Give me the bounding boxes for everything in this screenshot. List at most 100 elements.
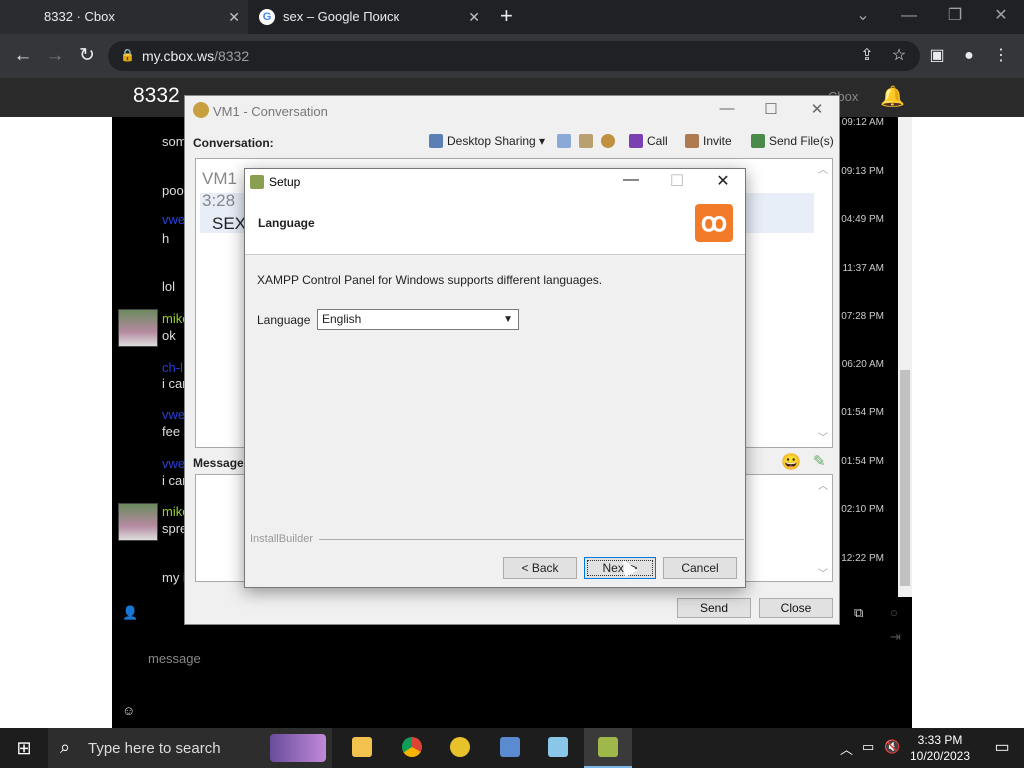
- windows-start-icon[interactable]: ⊞: [0, 728, 48, 768]
- scroll-up-icon[interactable]: ︿: [816, 477, 830, 492]
- network-icon: [500, 737, 520, 757]
- chevron-down-icon[interactable]: ⌄: [840, 0, 886, 32]
- desktop-sharing-button[interactable]: Desktop Sharing ▾: [429, 134, 545, 148]
- url-text: my.cbox.ws/8332: [142, 48, 250, 64]
- window-title: VM1 - Conversation: [213, 104, 328, 119]
- scroll-up-icon[interactable]: ︿: [816, 161, 830, 176]
- avatar[interactable]: [118, 503, 158, 541]
- volume-muted-icon[interactable]: 🔇: [884, 739, 900, 755]
- search-icon: ⌕: [60, 737, 71, 757]
- xampp-app-icon: [250, 175, 264, 189]
- edit-icon[interactable]: ✎: [813, 452, 826, 470]
- windows-taskbar: ⊞ ⌕ Type here to search ︿ ▭ 🔇 3:33 PM 10…: [0, 728, 1024, 768]
- login-icon[interactable]: ⇥: [890, 629, 901, 645]
- close-button[interactable]: Close: [759, 598, 833, 618]
- scroll-down-icon[interactable]: ﹀: [816, 565, 830, 580]
- network-status-icon[interactable]: ▭: [862, 739, 874, 755]
- desktop-sharing-icon: [429, 134, 443, 148]
- chat-time: 01:54 PM: [841, 456, 884, 467]
- message-input[interactable]: message: [148, 651, 201, 666]
- restore-icon[interactable]: ❐: [932, 0, 978, 32]
- close-icon[interactable]: ✕: [228, 0, 240, 34]
- scroll-down-icon[interactable]: ﹀: [816, 429, 830, 444]
- close-window-icon[interactable]: ✕: [978, 0, 1024, 32]
- clock-date: 10/20/2023: [909, 749, 971, 763]
- notes-icon: [557, 134, 571, 148]
- divider: [250, 539, 744, 540]
- back-arrow-icon[interactable]: ←: [8, 34, 38, 78]
- chat-message: lol: [162, 279, 176, 294]
- dialog-header: Language ꝏ: [245, 195, 745, 255]
- minimize-icon[interactable]: —: [886, 0, 932, 32]
- url-bar[interactable]: 🔒 my.cbox.ws/8332 ⇪ ☆: [108, 41, 920, 71]
- sidebar-icon[interactable]: ▣: [924, 34, 950, 78]
- kebab-menu-icon[interactable]: ⋮: [988, 34, 1014, 78]
- emoji-icon[interactable]: ☺: [122, 703, 135, 718]
- cancel-button[interactable]: Cancel: [663, 557, 737, 579]
- close-icon[interactable]: ✕: [795, 100, 839, 118]
- minimize-icon[interactable]: —: [611, 171, 651, 189]
- maximize-icon: ☐: [669, 173, 685, 190]
- chat-time: 04:49 PM: [841, 214, 884, 225]
- settings-button[interactable]: [601, 134, 619, 148]
- reload-icon[interactable]: ↻: [72, 34, 102, 78]
- close-icon[interactable]: ✕: [468, 0, 480, 34]
- close-icon[interactable]: ✕: [703, 171, 743, 191]
- minimize-icon[interactable]: —: [705, 100, 749, 117]
- chat-time: 11:37 AM: [842, 263, 884, 274]
- chevron-up-icon[interactable]: ︿: [840, 739, 853, 758]
- folder-icon: [352, 737, 372, 757]
- notepad-app[interactable]: [534, 728, 582, 768]
- notepad-icon: [548, 737, 568, 757]
- room-name: 8332: [133, 84, 180, 107]
- chat-message: ok: [162, 328, 176, 343]
- circle-icon[interactable]: ○: [890, 605, 898, 620]
- tab-cbox[interactable]: 8332 · Cbox ✕: [0, 0, 248, 34]
- lock-icon: 🔒: [120, 48, 135, 62]
- chat-app[interactable]: [436, 728, 484, 768]
- user-icon[interactable]: 👤: [122, 605, 138, 621]
- message-label: Message: [193, 456, 244, 470]
- scrollbar-thumb[interactable]: [900, 370, 910, 586]
- chat-username[interactable]: ch-l: [162, 360, 183, 375]
- message-time: 3:28: [202, 191, 236, 210]
- profile-icon[interactable]: ●: [956, 34, 982, 78]
- language-label: Language: [257, 313, 311, 327]
- chevron-down-icon: ▼: [503, 314, 513, 325]
- chat-username[interactable]: vwe: [162, 212, 185, 227]
- forward-arrow-icon[interactable]: →: [40, 34, 70, 78]
- maximize-icon[interactable]: ☐: [749, 100, 793, 118]
- avatar[interactable]: [118, 309, 158, 347]
- clock[interactable]: 3:33 PM 10/20/2023: [900, 732, 980, 764]
- chat-scrollbar[interactable]: [898, 117, 912, 597]
- call-button[interactable]: Call: [629, 134, 668, 148]
- language-select[interactable]: English ▼: [317, 309, 519, 330]
- send-button[interactable]: Send: [677, 598, 751, 618]
- external-link-icon[interactable]: ⧉: [854, 605, 863, 621]
- chrome-app[interactable]: [388, 728, 436, 768]
- tab-label: sex – Google Поиск: [283, 9, 400, 24]
- file-explorer-app[interactable]: [338, 728, 386, 768]
- invite-button[interactable]: Invite: [685, 134, 732, 148]
- back-button[interactable]: < Back: [503, 557, 577, 579]
- new-tab-icon[interactable]: +: [500, 0, 513, 32]
- chat-message: i car: [162, 473, 187, 488]
- share-icon[interactable]: ⇪: [854, 41, 880, 71]
- network-app[interactable]: [486, 728, 534, 768]
- send-files-button[interactable]: Send File(s): [751, 134, 834, 148]
- xampp-setup-app[interactable]: [584, 728, 632, 768]
- chat-username[interactable]: vwe: [162, 407, 185, 422]
- chat-time: 06:20 AM: [841, 359, 884, 370]
- tab-google[interactable]: G sex – Google Поиск ✕: [250, 0, 488, 34]
- bell-icon[interactable]: 🔔: [880, 84, 905, 109]
- contacts-button[interactable]: [579, 134, 597, 148]
- dialog-titlebar: Setup — ☐ ✕: [245, 169, 745, 195]
- taskbar-search[interactable]: ⌕ Type here to search: [48, 728, 332, 768]
- notification-icon[interactable]: ▭: [980, 728, 1024, 768]
- chat-username[interactable]: vwe: [162, 456, 185, 471]
- gear-icon: [601, 134, 615, 148]
- notes-button[interactable]: [557, 134, 575, 148]
- star-icon[interactable]: ☆: [886, 41, 912, 71]
- speech-bubble-icon: [450, 737, 470, 757]
- emoji-icon[interactable]: 😀: [781, 452, 801, 472]
